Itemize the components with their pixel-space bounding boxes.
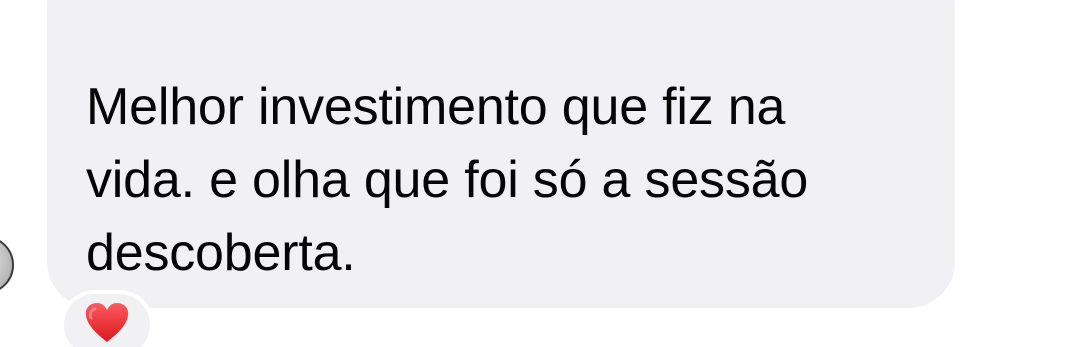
sender-avatar[interactable] (0, 236, 14, 294)
red-heart-icon (85, 303, 129, 342)
message-text: Melhor investimento que fiz na vida. e o… (86, 78, 809, 282)
message-reaction[interactable] (60, 290, 154, 347)
chat-view: Melhor investimento que fiz na vida. e o… (0, 0, 1083, 347)
